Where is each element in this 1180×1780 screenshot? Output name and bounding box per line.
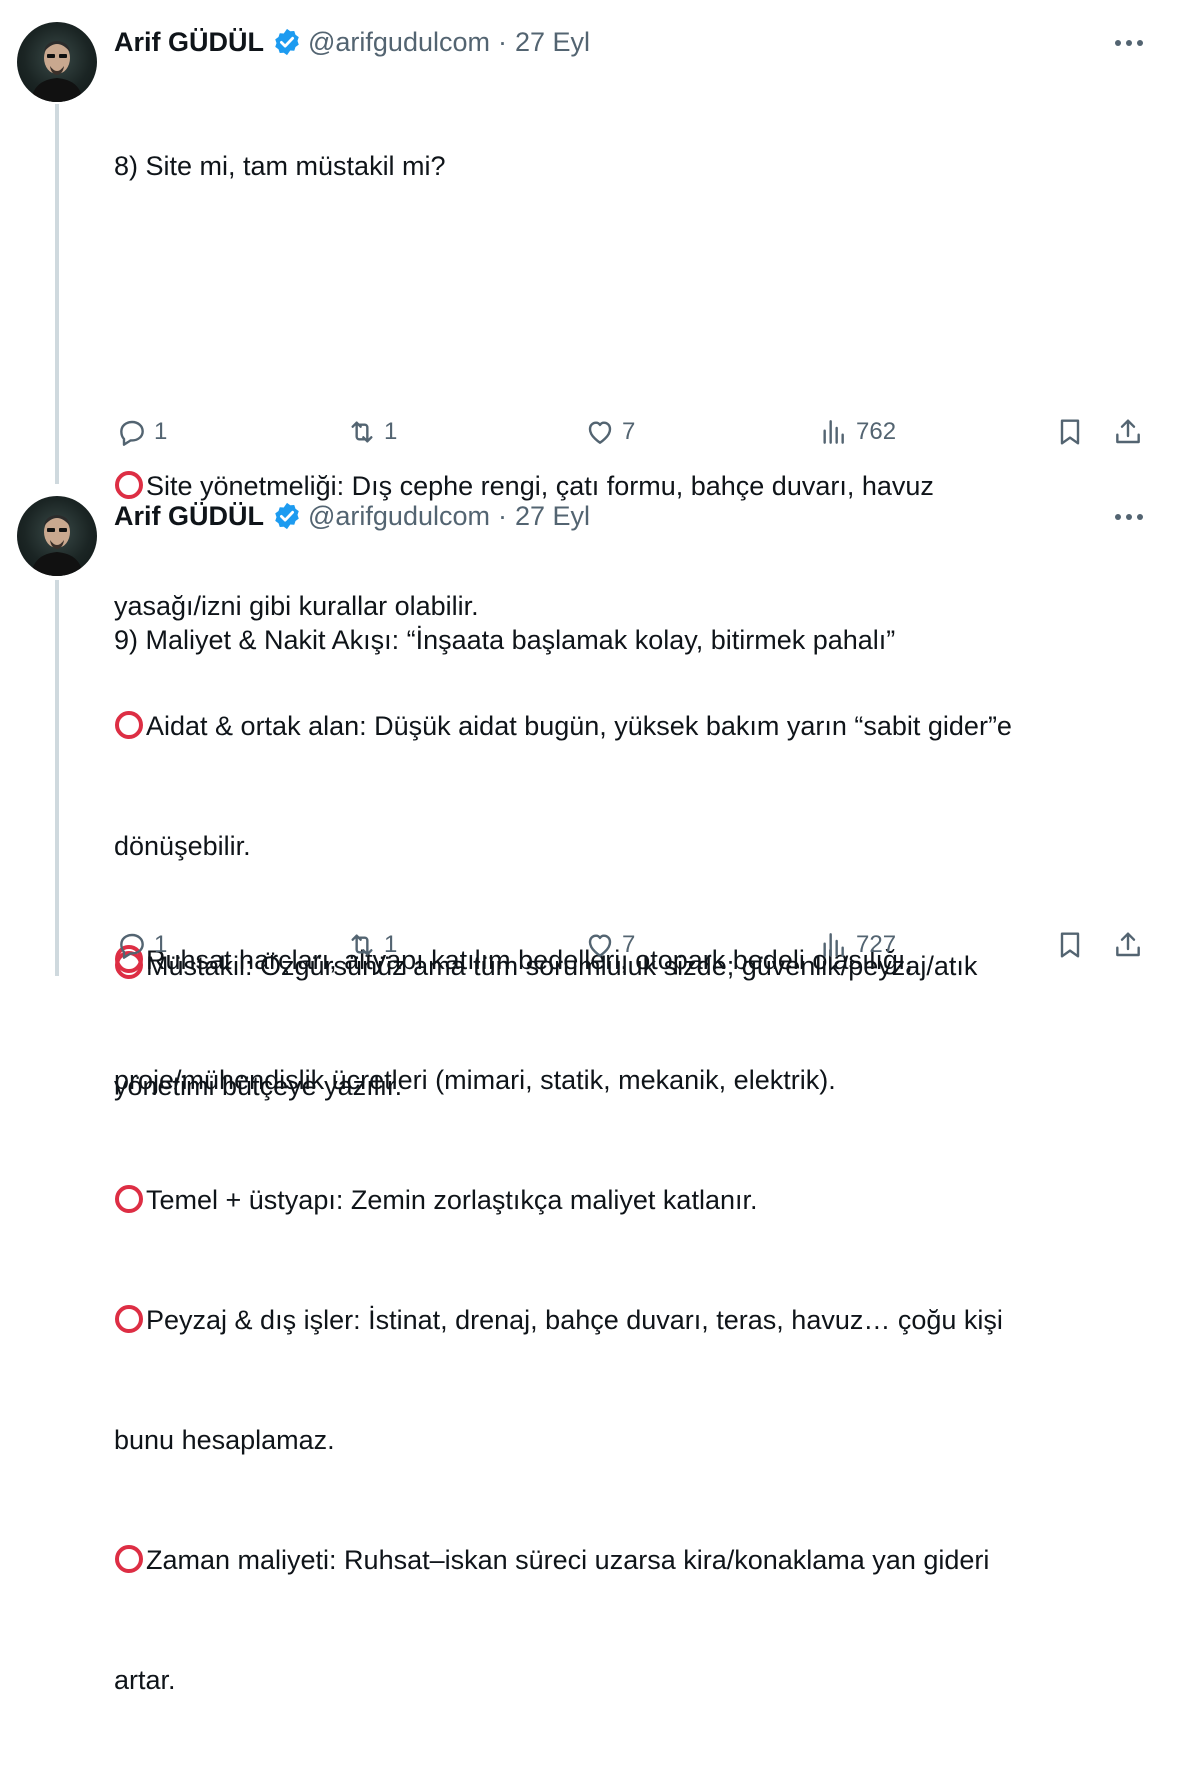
- like-button[interactable]: 7: [584, 412, 635, 452]
- reply-count: 1: [154, 931, 168, 958]
- reply-count: 1: [154, 418, 168, 445]
- heart-icon: [588, 934, 612, 957]
- red-circle-icon: [115, 1545, 143, 1573]
- tweet-line: [114, 266, 1164, 306]
- tweet-date[interactable]: 27 Eyl: [515, 501, 590, 532]
- tweet-header: Arif GÜDÜL @arifgudulcom · 27 Eyl: [114, 496, 590, 536]
- tweet-line: Temel + üstyapı: Zemin zorlaştıkça maliy…: [114, 1180, 1164, 1220]
- like-button[interactable]: 7: [584, 925, 635, 965]
- repost-count: 1: [384, 418, 398, 445]
- repost-button[interactable]: 1: [346, 925, 397, 965]
- bookmark-button[interactable]: [1054, 412, 1092, 452]
- tweet-line: proje/mühendislik ücretleri (mimari, sta…: [114, 1065, 836, 1095]
- like-count: 7: [622, 931, 636, 958]
- bookmark-button[interactable]: [1054, 925, 1092, 965]
- bullet-text: Temel + üstyapı: Zemin zorlaştıkça maliy…: [146, 1185, 758, 1215]
- bullet-text: Peyzaj & dış işler: İstinat, drenaj, bah…: [146, 1305, 1003, 1335]
- tweet[interactable]: Arif GÜDÜL @arifgudulcom · 27 Eyl 9) Mal…: [0, 474, 1180, 1695]
- tweet-header: Arif GÜDÜL @arifgudulcom · 27 Eyl: [114, 22, 590, 62]
- tweet-actions: 1 1 7 727: [0, 925, 1180, 965]
- tweet-line: 9) Maliyet & Nakit Akışı: “İnşaata başla…: [114, 625, 896, 655]
- tweet-actions: 1 1 7 762: [0, 412, 1180, 452]
- view-count: 762: [856, 418, 897, 445]
- author-name[interactable]: Arif GÜDÜL: [114, 501, 264, 532]
- separator: ·: [498, 500, 507, 531]
- tweet-date[interactable]: 27 Eyl: [515, 27, 590, 58]
- reply-button[interactable]: 1: [116, 412, 167, 452]
- bookmark-icon: [1060, 419, 1080, 445]
- tweet-line: [114, 740, 1164, 780]
- views-button[interactable]: 762: [818, 412, 896, 452]
- like-count: 7: [622, 418, 636, 445]
- views-icon: [823, 933, 844, 957]
- red-circle-icon: [115, 1185, 143, 1213]
- tweet-line: [114, 860, 1164, 900]
- share-button[interactable]: [1112, 925, 1150, 965]
- views-button[interactable]: 727: [818, 925, 896, 965]
- repost-icon: [351, 421, 373, 443]
- share-button[interactable]: [1112, 412, 1150, 452]
- repost-count: 1: [384, 931, 398, 958]
- share-icon: [1116, 932, 1140, 957]
- author-name[interactable]: Arif GÜDÜL: [114, 27, 264, 58]
- reply-button[interactable]: 1: [116, 925, 167, 965]
- heart-icon: [588, 421, 612, 444]
- person-silhouette-icon: [31, 515, 83, 576]
- tweet-line: bunu hesaplamaz.: [114, 1425, 335, 1455]
- red-circle-icon: [115, 1305, 143, 1333]
- person-silhouette-icon: [31, 41, 83, 102]
- view-count: 727: [856, 931, 897, 958]
- avatar[interactable]: [17, 22, 97, 102]
- verified-badge-icon: [275, 502, 299, 530]
- repost-icon: [351, 934, 373, 956]
- author-handle[interactable]: @arifgudulcom: [308, 501, 490, 532]
- author-handle[interactable]: @arifgudulcom: [308, 27, 490, 58]
- tweet-line: Peyzaj & dış işler: İstinat, drenaj, bah…: [114, 1300, 1164, 1340]
- separator: ·: [498, 26, 507, 57]
- share-icon: [1116, 419, 1140, 444]
- tweet[interactable]: Arif GÜDÜL @arifgudulcom · 27 Eyl 8) Sit…: [0, 0, 1180, 1101]
- bookmark-icon: [1060, 932, 1080, 958]
- tweet-line: 8) Site mi, tam müstakil mi?: [114, 151, 446, 181]
- reply-icon: [120, 420, 144, 446]
- views-icon: [823, 420, 844, 444]
- verified-badge-icon: [275, 28, 299, 56]
- reply-icon: [120, 933, 144, 959]
- tweet-text: 9) Maliyet & Nakit Akışı: “İnşaata başla…: [114, 540, 1164, 1780]
- repost-button[interactable]: 1: [346, 412, 397, 452]
- more-icon[interactable]: [1112, 28, 1146, 58]
- more-icon[interactable]: [1112, 502, 1146, 532]
- tweet-line: Zaman maliyeti: Ruhsat–iskan süreci uzar…: [114, 1540, 1164, 1580]
- avatar[interactable]: [17, 496, 97, 576]
- tweet-line: artar.: [114, 1665, 176, 1695]
- bullet-text: Zaman maliyeti: Ruhsat–iskan süreci uzar…: [146, 1545, 990, 1575]
